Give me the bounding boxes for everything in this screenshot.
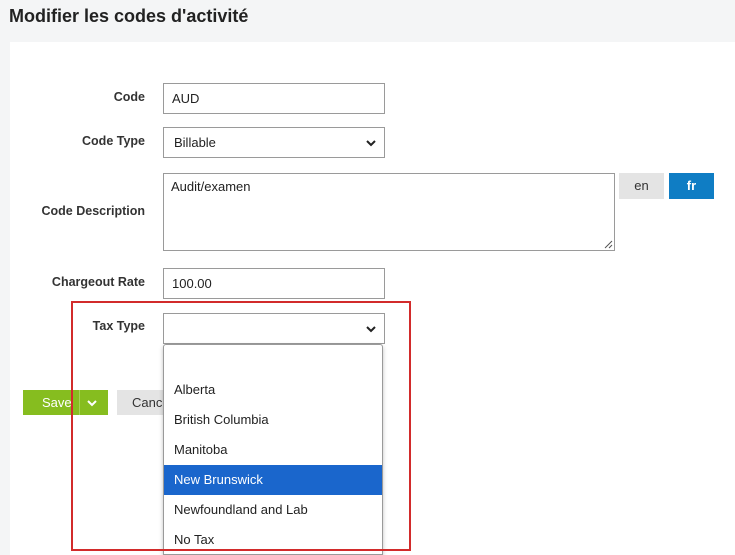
- code-type-value: Billable: [174, 135, 216, 150]
- cancel-button[interactable]: Cancel: [117, 390, 167, 415]
- save-button-divider: [79, 390, 80, 415]
- chevron-down-icon[interactable]: [87, 398, 97, 408]
- dropdown-option-newfoundland[interactable]: Newfoundland and Lab: [164, 495, 382, 525]
- code-label: Code: [113, 90, 145, 104]
- resize-handle-icon[interactable]: [603, 239, 613, 249]
- language-en-button[interactable]: en: [619, 173, 664, 199]
- chevron-down-icon: [366, 140, 376, 147]
- save-button-label: Save: [42, 395, 72, 410]
- tax-type-dropdown: Alberta British Columbia Manitoba New Br…: [163, 344, 383, 555]
- chargeout-rate-input[interactable]: 100.00: [163, 268, 385, 299]
- dropdown-option-no-tax[interactable]: No Tax: [164, 525, 382, 554]
- dropdown-option-british-columbia[interactable]: British Columbia: [164, 405, 382, 435]
- tax-type-select[interactable]: [163, 313, 385, 344]
- dropdown-option-alberta[interactable]: Alberta: [164, 375, 382, 405]
- code-type-label: Code Type: [82, 134, 145, 148]
- dropdown-option-new-brunswick[interactable]: New Brunswick: [164, 465, 382, 495]
- save-button[interactable]: Save: [23, 390, 108, 415]
- tax-type-label: Tax Type: [92, 319, 145, 333]
- dropdown-option-manitoba[interactable]: Manitoba: [164, 435, 382, 465]
- code-input[interactable]: AUD: [163, 83, 385, 114]
- page-header: Modifier les codes d'activité: [0, 0, 735, 42]
- code-description-value: Audit/examen: [171, 179, 251, 194]
- cancel-button-label: Cancel: [132, 395, 167, 410]
- language-fr-button[interactable]: fr: [669, 173, 714, 199]
- code-description-label: Code Description: [41, 204, 146, 218]
- chevron-down-icon: [366, 326, 376, 333]
- chargeout-rate-label: Chargeout Rate: [51, 275, 145, 289]
- code-type-select[interactable]: Billable: [163, 127, 385, 158]
- page-title: Modifier les codes d'activité: [9, 6, 249, 26]
- dropdown-option-empty[interactable]: [164, 345, 382, 375]
- code-description-textarea[interactable]: Audit/examen: [163, 173, 615, 251]
